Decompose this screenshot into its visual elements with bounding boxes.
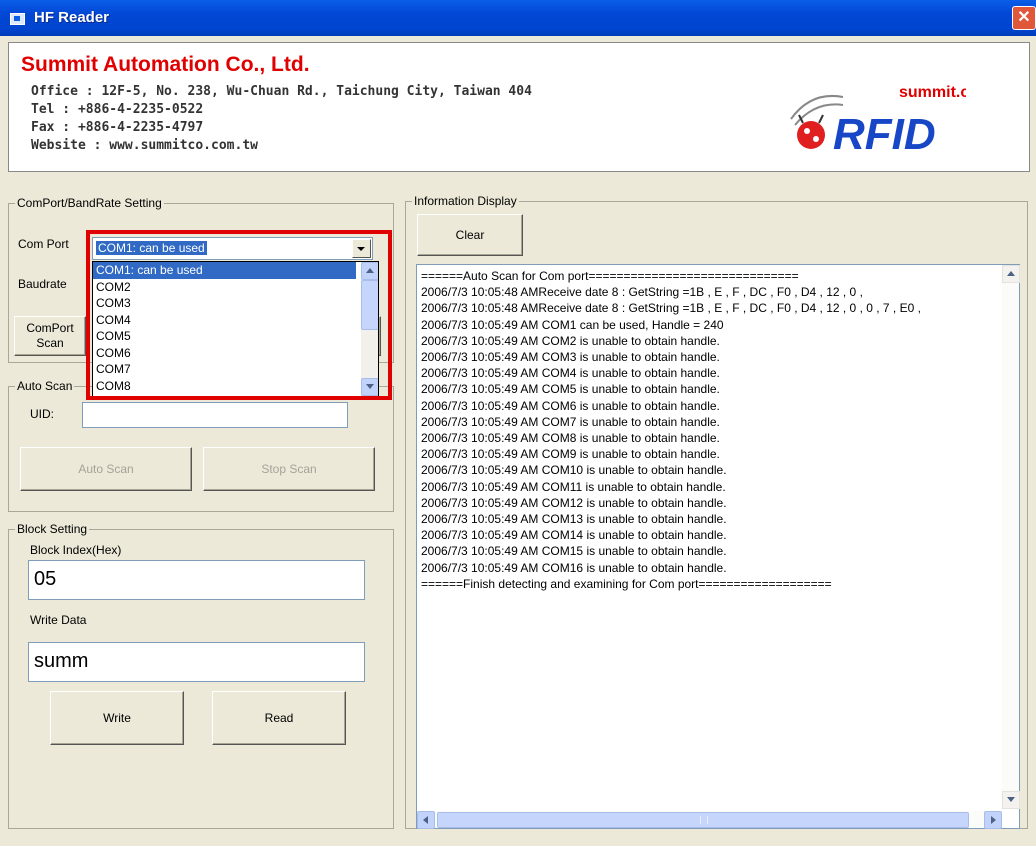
- scroll-up-icon[interactable]: [1002, 265, 1020, 283]
- log-line: 2006/7/3 10:05:49 AM COM14 is unable to …: [421, 528, 727, 543]
- log-line: 2006/7/3 10:05:48 AMReceive date 8 : Get…: [421, 301, 921, 316]
- company-name: Summit Automation Co., Ltd.: [21, 53, 310, 76]
- company-address: Office : 12F-5, No. 238, Wu-Chuan Rd., T…: [31, 83, 532, 155]
- auto-scan-button[interactable]: Auto Scan: [20, 447, 192, 491]
- log-line: 2006/7/3 10:05:49 AM COM1 can be used, H…: [421, 317, 724, 332]
- log-line: 2006/7/3 10:05:49 AM COM6 is unable to o…: [421, 398, 720, 413]
- log-line: 2006/7/3 10:05:49 AM COM15 is unable to …: [421, 544, 727, 559]
- block-setting-legend: Block Setting: [15, 522, 90, 536]
- log-line: 2006/7/3 10:05:49 AM COM7 is unable to o…: [421, 414, 720, 429]
- write-data-label: Write Data: [30, 613, 87, 627]
- horizontal-scroll-thumb[interactable]: [437, 812, 969, 828]
- scroll-left-icon[interactable]: [417, 811, 435, 829]
- log-line: 2006/7/3 10:05:49 AM COM11 is unable to …: [421, 479, 726, 494]
- tel-line: Tel : +886-4-2235-0522: [31, 102, 204, 117]
- log-line: ======Finish detecting and examining for…: [421, 576, 832, 591]
- window-titlebar[interactable]: HF Reader ✕: [0, 0, 1036, 36]
- log-line: 2006/7/3 10:05:48 AMReceive date 8 : Get…: [421, 285, 863, 300]
- comport-scan-button[interactable]: ComPort Scan: [14, 316, 86, 356]
- log-lines: ======Auto Scan for Com port============…: [421, 268, 995, 808]
- uid-input[interactable]: [82, 402, 348, 428]
- baudrate-label: Baudrate: [18, 277, 67, 291]
- comport-group-legend: ComPort/BandRate Setting: [15, 196, 164, 210]
- write-button[interactable]: Write: [50, 691, 184, 745]
- fax-line: Fax : +886-4-2235-4797: [31, 120, 204, 135]
- grip-icon: [700, 816, 708, 824]
- scan-button-line2: Scan: [36, 336, 64, 350]
- log-line: 2006/7/3 10:05:49 AM COM8 is unable to o…: [421, 431, 720, 446]
- close-icon: ✕: [1017, 9, 1031, 26]
- read-button[interactable]: Read: [212, 691, 346, 745]
- information-display-legend: Information Display: [412, 194, 519, 208]
- log-vertical-scrollbar[interactable]: [1002, 265, 1020, 809]
- company-banner: Summit Automation Co., Ltd. Office : 12F…: [8, 42, 1030, 172]
- block-index-label: Block Index(Hex): [30, 543, 122, 557]
- log-line: ======Auto Scan for Com port============…: [421, 269, 799, 283]
- office-line: Office : 12F-5, No. 238, Wu-Chuan Rd., T…: [31, 84, 532, 99]
- scroll-right-icon[interactable]: [984, 811, 1002, 829]
- app-icon: [10, 13, 25, 25]
- log-line: 2006/7/3 10:05:49 AM COM2 is unable to o…: [421, 333, 720, 348]
- uid-label: UID:: [30, 407, 54, 421]
- scroll-down-icon[interactable]: [1002, 791, 1020, 809]
- highlight-box: [86, 230, 392, 400]
- log-line: 2006/7/3 10:05:49 AM COM4 is unable to o…: [421, 366, 720, 381]
- log-line: 2006/7/3 10:05:49 AM COM3 is unable to o…: [421, 350, 720, 365]
- stop-scan-button[interactable]: Stop Scan: [203, 447, 375, 491]
- auto-scan-legend: Auto Scan: [15, 379, 75, 393]
- log-display[interactable]: ======Auto Scan for Com port============…: [416, 264, 1020, 829]
- log-horizontal-scrollbar[interactable]: [417, 811, 1002, 829]
- log-line: 2006/7/3 10:05:49 AM COM9 is unable to o…: [421, 447, 720, 462]
- com-port-label: Com Port: [18, 237, 69, 251]
- block-index-input[interactable]: 05: [28, 560, 365, 600]
- close-button[interactable]: ✕: [1012, 6, 1036, 30]
- write-data-input[interactable]: summ: [28, 642, 365, 682]
- website-line: Website : www.summitco.com.tw: [31, 138, 258, 153]
- logo-small-text: summit.co: [899, 84, 966, 101]
- clear-button[interactable]: Clear: [417, 214, 523, 256]
- logo-big-text: RFID: [833, 110, 936, 155]
- rfid-logo-icon: summit.co RFID: [790, 84, 966, 155]
- log-line: 2006/7/3 10:05:49 AM COM16 is unable to …: [421, 560, 727, 575]
- window-title: HF Reader: [34, 9, 110, 26]
- scan-button-line1: ComPort: [26, 321, 74, 335]
- log-line: 2006/7/3 10:05:49 AM COM12 is unable to …: [421, 495, 727, 510]
- log-line: 2006/7/3 10:05:49 AM COM5 is unable to o…: [421, 382, 720, 397]
- log-line: 2006/7/3 10:05:49 AM COM10 is unable to …: [421, 463, 727, 478]
- log-line: 2006/7/3 10:05:49 AM COM13 is unable to …: [421, 512, 727, 527]
